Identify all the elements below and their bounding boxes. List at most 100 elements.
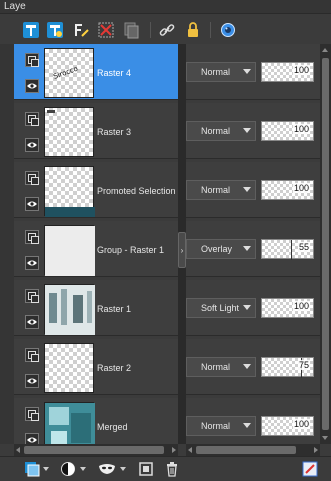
- scroll-down-icon[interactable]: [322, 436, 328, 440]
- opacity-value: 100: [292, 419, 310, 429]
- opacity-value: 100: [292, 301, 310, 311]
- opacity-slider[interactable]: 100: [261, 298, 314, 318]
- toolbar-separator: [210, 22, 211, 38]
- properties-horizontal-scrollbar[interactable]: [186, 444, 320, 456]
- chevron-down-icon[interactable]: [120, 467, 126, 471]
- chevron-down-icon: [243, 364, 251, 369]
- horizontal-scroll-thumb[interactable]: [196, 446, 296, 454]
- vertical-scrollbar[interactable]: [320, 44, 331, 444]
- chevron-down-icon: [243, 69, 251, 74]
- raster-layer-icon: [25, 112, 39, 126]
- scroll-up-icon[interactable]: [322, 48, 328, 52]
- eye-icon[interactable]: [25, 433, 39, 444]
- layer-properties-row: Normal 75: [186, 339, 320, 395]
- toolbar-separator: [150, 22, 151, 38]
- eye-icon[interactable]: [25, 315, 39, 329]
- opacity-slider[interactable]: 100: [261, 121, 314, 141]
- layer-list-gutter: [0, 44, 14, 444]
- blend-mode-dropdown[interactable]: Normal: [186, 121, 256, 141]
- blend-mode-dropdown[interactable]: Normal: [186, 416, 256, 436]
- layer-thumbnail: [44, 225, 95, 276]
- blend-mode-value: Overlay: [201, 244, 233, 254]
- layer-name: Raster 2: [97, 363, 132, 373]
- blend-mode-dropdown[interactable]: Normal: [186, 62, 256, 82]
- scroll-right-icon[interactable]: [172, 447, 176, 453]
- eye-icon[interactable]: [25, 138, 39, 152]
- layer-properties-row: Normal 100: [186, 398, 320, 444]
- new-layer-icon[interactable]: [24, 461, 40, 477]
- layer-row[interactable]: Raster 3: [14, 103, 178, 159]
- layer-row[interactable]: Sirocco Raster 4: [14, 44, 178, 100]
- lock-icon[interactable]: [184, 21, 202, 39]
- layer-properties-row: Normal 100: [186, 103, 320, 159]
- scroll-left-icon[interactable]: [16, 447, 20, 453]
- chevron-down-icon: [243, 305, 251, 310]
- blend-mode-dropdown[interactable]: Soft Light: [186, 298, 256, 318]
- layer-thumbnail: Sirocco: [44, 48, 94, 98]
- raster-layer-icon: [25, 171, 39, 185]
- layer-name: Raster 3: [97, 127, 132, 137]
- layers-toolbar: [0, 14, 331, 44]
- layer-row[interactable]: Promoted Selection: [14, 162, 178, 218]
- chevron-down-icon[interactable]: [43, 467, 49, 471]
- chevron-down-icon[interactable]: [80, 467, 86, 471]
- scroll-right-icon[interactable]: [314, 447, 318, 453]
- opacity-slider[interactable]: 100: [261, 416, 314, 436]
- blend-mode-dropdown[interactable]: Overlay: [186, 239, 256, 259]
- trash-icon[interactable]: [164, 461, 180, 477]
- mask-icon[interactable]: [60, 461, 76, 477]
- camera-icon[interactable]: [219, 21, 237, 39]
- blend-mode-dropdown[interactable]: Normal: [186, 357, 256, 377]
- splitter-handle[interactable]: ›: [178, 232, 186, 268]
- blend-mode-dropdown[interactable]: Normal: [186, 180, 256, 200]
- opacity-value: 100: [292, 124, 310, 134]
- layers-list: Sirocco Raster 4 Raster 3 Promoted Selec…: [14, 44, 178, 444]
- opacity-value: 100: [292, 183, 310, 193]
- chevron-down-icon: [243, 246, 251, 251]
- blend-mode-value: Normal: [201, 67, 231, 77]
- blend-mode-value: Normal: [201, 421, 231, 431]
- layer-options-icon[interactable]: [302, 461, 318, 477]
- layer-name: Merged: [97, 422, 128, 432]
- raster-layer-icon: [25, 53, 39, 67]
- layer-name: Raster 1: [97, 304, 132, 314]
- layer-row[interactable]: Group - Raster 1: [14, 221, 178, 277]
- opacity-slider[interactable]: 55: [261, 239, 314, 260]
- blend-mode-value: Soft Light: [201, 303, 240, 313]
- edit-selection-icon[interactable]: [72, 21, 90, 39]
- opacity-slider[interactable]: 75: [261, 357, 314, 378]
- eye-icon[interactable]: [25, 256, 39, 270]
- vertical-scroll-thumb[interactable]: [322, 58, 329, 430]
- layer-thumbnail: [44, 343, 94, 393]
- effects-mask-icon[interactable]: [98, 461, 116, 477]
- horizontal-scroll-thumb[interactable]: [24, 446, 164, 454]
- eye-icon[interactable]: [25, 79, 39, 93]
- opacity-value: 75: [297, 360, 310, 370]
- layers-horizontal-scrollbar[interactable]: [14, 444, 178, 456]
- raster-layer-icon: [25, 348, 39, 362]
- blend-mode-value: Normal: [201, 362, 231, 372]
- layer-properties-row: Overlay 55: [186, 221, 320, 277]
- opacity-slider[interactable]: 100: [261, 180, 314, 200]
- link-icon[interactable]: [158, 21, 176, 39]
- opacity-value: 100: [292, 65, 310, 75]
- layer-properties-row: Soft Light 100: [186, 280, 320, 336]
- delete-icon[interactable]: [97, 21, 115, 39]
- layer-row[interactable]: Merged: [14, 398, 178, 444]
- eye-icon[interactable]: [25, 374, 39, 388]
- layer-name: Group - Raster 1: [97, 245, 165, 255]
- opacity-slider[interactable]: 100: [261, 62, 314, 82]
- group-layer-icon: [25, 230, 39, 244]
- layer-properties-row: Normal 100: [186, 162, 320, 218]
- layer-thumbnail: [44, 166, 95, 217]
- layer-row[interactable]: Raster 2: [14, 339, 178, 395]
- layer-row[interactable]: Raster 1: [14, 280, 178, 336]
- eye-icon[interactable]: [25, 197, 39, 211]
- merge-icon[interactable]: [138, 461, 154, 477]
- scroll-left-icon[interactable]: [188, 447, 192, 453]
- new-vector-layer-icon[interactable]: [46, 21, 64, 39]
- chevron-down-icon: [243, 128, 251, 133]
- duplicate-icon[interactable]: [122, 21, 140, 39]
- new-raster-layer-icon[interactable]: [22, 21, 40, 39]
- layer-properties-column: Normal 100 Normal 100 Normal 100 Overlay: [186, 44, 320, 444]
